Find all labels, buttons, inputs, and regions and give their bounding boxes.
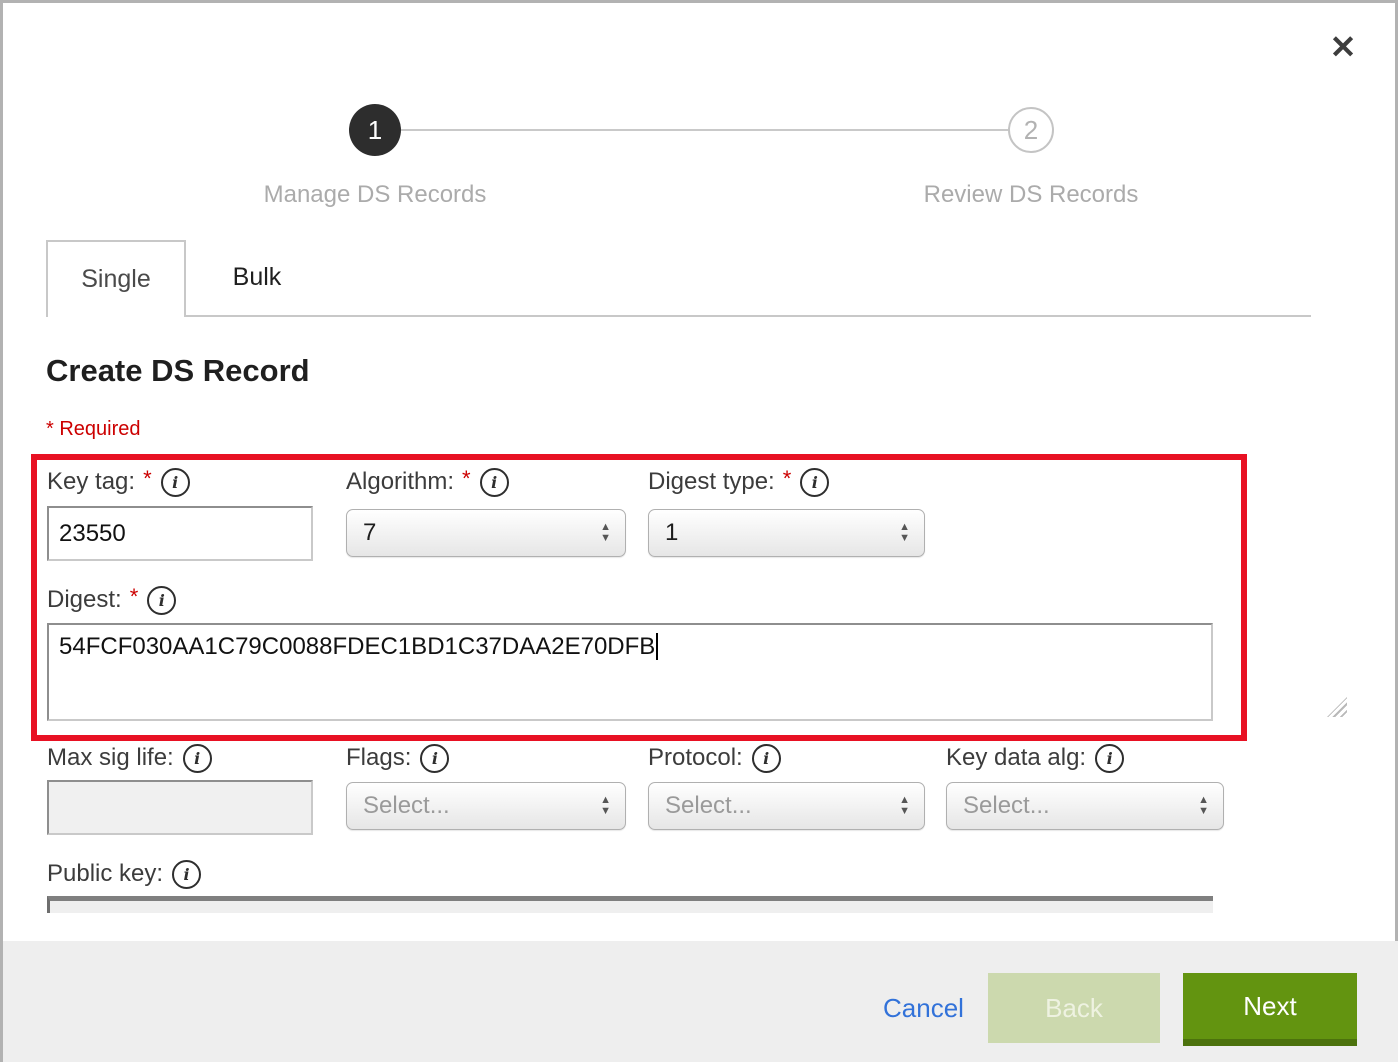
step-1-number: 1 [368,115,382,146]
select-arrows-icon: ▲ ▼ [600,796,611,816]
tab-single-label: Single [81,265,151,294]
required-asterisk: * [783,466,792,492]
max-sig-life-label-row: Max sig life: i [47,743,212,773]
algorithm-value: 7 [363,519,376,547]
info-icon[interactable]: i [480,468,509,497]
key-tag-input[interactable]: 23550 [47,506,313,561]
key-data-alg-select[interactable]: Select... ▲ ▼ [946,782,1224,830]
digest-type-value: 1 [665,519,678,547]
required-asterisk: * [462,466,471,492]
stepper-step-1-circle: 1 [349,104,401,156]
tab-single[interactable]: Single [46,240,186,317]
digest-label-row: Digest: * i [47,585,176,615]
step-2-number: 2 [1024,115,1038,146]
back-button[interactable]: Back [988,973,1160,1043]
digest-type-select[interactable]: 1 ▲ ▼ [648,509,925,557]
info-icon[interactable]: i [161,468,190,497]
select-arrows-icon: ▲ ▼ [1198,796,1209,816]
public-key-label: Public key: [47,860,163,888]
stepper-step-2-label: Review DS Records [831,181,1231,209]
stepper-connector-line [375,129,1031,131]
digest-type-label-row: Digest type: * i [648,467,829,497]
protocol-select[interactable]: Select... ▲ ▼ [648,782,925,830]
max-sig-life-input[interactable] [47,780,313,835]
info-icon[interactable]: i [147,586,176,615]
next-button[interactable]: Next [1183,973,1357,1046]
select-arrows-icon: ▲ ▼ [600,523,611,543]
protocol-label-row: Protocol: i [648,743,781,773]
key-data-alg-placeholder: Select... [963,792,1050,820]
key-data-alg-label: Key data alg: [946,744,1086,772]
info-icon[interactable]: i [800,468,829,497]
digest-value: 54FCF030AA1C79C0088FDEC1BD1C37DAA2E70DFB [59,633,655,660]
cancel-button[interactable]: Cancel [877,992,970,1025]
tab-bulk-label: Bulk [233,263,282,292]
key-tag-label-row: Key tag: * i [47,467,190,497]
digest-type-label: Digest type: [648,468,775,496]
tab-bulk[interactable]: Bulk [186,240,328,315]
flags-label-row: Flags: i [346,743,449,773]
algorithm-label-row: Algorithm: * i [346,467,509,497]
key-data-alg-label-row: Key data alg: i [946,743,1124,773]
close-button[interactable]: ✕ [1321,25,1365,69]
algorithm-select[interactable]: 7 ▲ ▼ [346,509,626,557]
max-sig-life-label: Max sig life: [47,744,174,772]
algorithm-label: Algorithm: [346,468,454,496]
flags-label: Flags: [346,744,411,772]
stepper-step-2-circle: 2 [1008,107,1054,153]
protocol-placeholder: Select... [665,792,752,820]
required-note: * Required [46,418,141,441]
close-icon: ✕ [1330,28,1357,66]
stepper-step-1-label: Manage DS Records [175,181,575,209]
protocol-label: Protocol: [648,744,743,772]
info-icon[interactable]: i [172,860,201,889]
digest-label: Digest: [47,586,122,614]
textarea-resize-grip[interactable] [1327,697,1347,717]
flags-select[interactable]: Select... ▲ ▼ [346,782,626,830]
next-label: Next [1243,991,1296,1022]
page-title: Create DS Record [46,353,310,389]
back-label: Back [1045,993,1103,1024]
info-icon[interactable]: i [420,744,449,773]
select-arrows-icon: ▲ ▼ [899,796,910,816]
public-key-label-row: Public key: i [47,859,201,889]
select-arrows-icon: ▲ ▼ [899,523,910,543]
cancel-label: Cancel [883,993,964,1023]
key-tag-value: 23550 [59,520,126,548]
digest-textarea[interactable]: 54FCF030AA1C79C0088FDEC1BD1C37DAA2E70DFB [47,623,1213,721]
tab-bar-divider [186,315,1311,317]
required-asterisk: * [143,466,152,492]
info-icon[interactable]: i [752,744,781,773]
public-key-textarea[interactable] [47,896,1213,913]
required-asterisk: * [130,584,139,610]
create-ds-record-dialog: { "dialog": { "close_icon": "✕" }, "icon… [0,0,1398,1062]
info-icon[interactable]: i [183,744,212,773]
info-icon[interactable]: i [1095,744,1124,773]
text-caret [656,633,658,660]
flags-placeholder: Select... [363,792,450,820]
key-tag-label: Key tag: [47,468,135,496]
